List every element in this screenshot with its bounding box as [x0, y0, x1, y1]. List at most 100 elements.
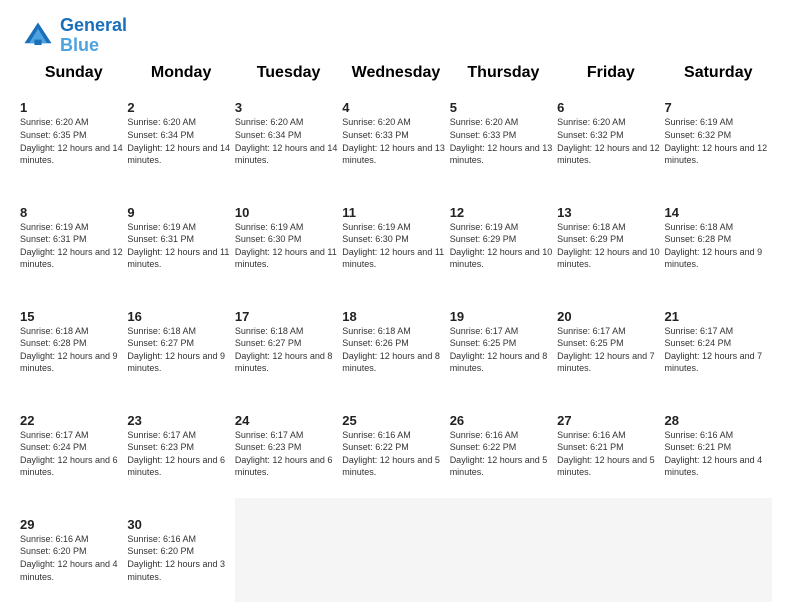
calendar-empty-day — [665, 498, 772, 602]
day-number: 5 — [450, 100, 557, 115]
day-info: Sunrise: 6:17 AM Sunset: 6:24 PM Dayligh… — [20, 429, 127, 479]
day-info: Sunrise: 6:16 AM Sunset: 6:21 PM Dayligh… — [665, 429, 772, 479]
day-number: 7 — [665, 100, 772, 115]
col-sunday: Sunday — [20, 64, 127, 82]
calendar-day: 17 Sunrise: 6:18 AM Sunset: 6:27 PM Dayl… — [235, 290, 342, 394]
calendar-day: 28 Sunrise: 6:16 AM Sunset: 6:21 PM Dayl… — [665, 394, 772, 498]
day-info: Sunrise: 6:20 AM Sunset: 6:33 PM Dayligh… — [342, 116, 449, 166]
day-info: Sunrise: 6:20 AM Sunset: 6:34 PM Dayligh… — [235, 116, 342, 166]
day-info: Sunrise: 6:20 AM Sunset: 6:34 PM Dayligh… — [127, 116, 234, 166]
day-number: 30 — [127, 517, 234, 532]
day-number: 3 — [235, 100, 342, 115]
day-number: 15 — [20, 309, 127, 324]
day-number: 16 — [127, 309, 234, 324]
calendar-day: 22 Sunrise: 6:17 AM Sunset: 6:24 PM Dayl… — [20, 394, 127, 498]
day-info: Sunrise: 6:19 AM Sunset: 6:29 PM Dayligh… — [450, 221, 557, 271]
calendar-day: 14 Sunrise: 6:18 AM Sunset: 6:28 PM Dayl… — [665, 186, 772, 290]
day-number: 11 — [342, 205, 449, 220]
calendar-day: 15 Sunrise: 6:18 AM Sunset: 6:28 PM Dayl… — [20, 290, 127, 394]
day-info: Sunrise: 6:18 AM Sunset: 6:28 PM Dayligh… — [20, 325, 127, 375]
calendar-day: 1 Sunrise: 6:20 AM Sunset: 6:35 PM Dayli… — [20, 82, 127, 186]
calendar-day: 29 Sunrise: 6:16 AM Sunset: 6:20 PM Dayl… — [20, 498, 127, 602]
day-number: 6 — [557, 100, 664, 115]
calendar-day: 16 Sunrise: 6:18 AM Sunset: 6:27 PM Dayl… — [127, 290, 234, 394]
day-info: Sunrise: 6:16 AM Sunset: 6:20 PM Dayligh… — [127, 533, 234, 583]
col-monday: Monday — [127, 64, 234, 82]
calendar-empty-day — [450, 498, 557, 602]
day-number: 12 — [450, 205, 557, 220]
calendar-day: 21 Sunrise: 6:17 AM Sunset: 6:24 PM Dayl… — [665, 290, 772, 394]
day-info: Sunrise: 6:18 AM Sunset: 6:28 PM Dayligh… — [665, 221, 772, 271]
calendar-day: 20 Sunrise: 6:17 AM Sunset: 6:25 PM Dayl… — [557, 290, 664, 394]
calendar-header-row: Sunday Monday Tuesday Wednesday Thursday… — [20, 64, 772, 82]
col-saturday: Saturday — [665, 64, 772, 82]
day-number: 22 — [20, 413, 127, 428]
day-info: Sunrise: 6:18 AM Sunset: 6:26 PM Dayligh… — [342, 325, 449, 375]
day-number: 9 — [127, 205, 234, 220]
calendar-week-row: 8 Sunrise: 6:19 AM Sunset: 6:31 PM Dayli… — [20, 186, 772, 290]
calendar-day: 10 Sunrise: 6:19 AM Sunset: 6:30 PM Dayl… — [235, 186, 342, 290]
day-number: 26 — [450, 413, 557, 428]
calendar-day: 4 Sunrise: 6:20 AM Sunset: 6:33 PM Dayli… — [342, 82, 449, 186]
day-number: 8 — [20, 205, 127, 220]
calendar-day: 30 Sunrise: 6:16 AM Sunset: 6:20 PM Dayl… — [127, 498, 234, 602]
day-info: Sunrise: 6:19 AM Sunset: 6:32 PM Dayligh… — [665, 116, 772, 166]
day-number: 20 — [557, 309, 664, 324]
day-info: Sunrise: 6:18 AM Sunset: 6:27 PM Dayligh… — [235, 325, 342, 375]
day-number: 13 — [557, 205, 664, 220]
calendar-day: 19 Sunrise: 6:17 AM Sunset: 6:25 PM Dayl… — [450, 290, 557, 394]
col-thursday: Thursday — [450, 64, 557, 82]
day-number: 28 — [665, 413, 772, 428]
logo-text: General Blue — [60, 16, 127, 56]
calendar-empty-day — [235, 498, 342, 602]
calendar-day: 2 Sunrise: 6:20 AM Sunset: 6:34 PM Dayli… — [127, 82, 234, 186]
calendar-day: 24 Sunrise: 6:17 AM Sunset: 6:23 PM Dayl… — [235, 394, 342, 498]
calendar-day: 23 Sunrise: 6:17 AM Sunset: 6:23 PM Dayl… — [127, 394, 234, 498]
day-info: Sunrise: 6:18 AM Sunset: 6:29 PM Dayligh… — [557, 221, 664, 271]
calendar-week-row: 15 Sunrise: 6:18 AM Sunset: 6:28 PM Dayl… — [20, 290, 772, 394]
day-number: 10 — [235, 205, 342, 220]
logo: General Blue — [20, 16, 127, 56]
day-info: Sunrise: 6:18 AM Sunset: 6:27 PM Dayligh… — [127, 325, 234, 375]
col-wednesday: Wednesday — [342, 64, 449, 82]
day-info: Sunrise: 6:19 AM Sunset: 6:31 PM Dayligh… — [20, 221, 127, 271]
day-number: 29 — [20, 517, 127, 532]
calendar-table: Sunday Monday Tuesday Wednesday Thursday… — [20, 64, 772, 602]
day-info: Sunrise: 6:16 AM Sunset: 6:20 PM Dayligh… — [20, 533, 127, 583]
day-info: Sunrise: 6:20 AM Sunset: 6:33 PM Dayligh… — [450, 116, 557, 166]
day-info: Sunrise: 6:19 AM Sunset: 6:31 PM Dayligh… — [127, 221, 234, 271]
calendar-day: 12 Sunrise: 6:19 AM Sunset: 6:29 PM Dayl… — [450, 186, 557, 290]
calendar-week-row: 29 Sunrise: 6:16 AM Sunset: 6:20 PM Dayl… — [20, 498, 772, 602]
day-number: 17 — [235, 309, 342, 324]
calendar-day: 8 Sunrise: 6:19 AM Sunset: 6:31 PM Dayli… — [20, 186, 127, 290]
day-number: 18 — [342, 309, 449, 324]
day-number: 25 — [342, 413, 449, 428]
day-number: 24 — [235, 413, 342, 428]
day-info: Sunrise: 6:16 AM Sunset: 6:22 PM Dayligh… — [450, 429, 557, 479]
day-info: Sunrise: 6:16 AM Sunset: 6:22 PM Dayligh… — [342, 429, 449, 479]
logo-icon — [20, 18, 56, 54]
calendar-day: 25 Sunrise: 6:16 AM Sunset: 6:22 PM Dayl… — [342, 394, 449, 498]
calendar-day: 11 Sunrise: 6:19 AM Sunset: 6:30 PM Dayl… — [342, 186, 449, 290]
day-info: Sunrise: 6:20 AM Sunset: 6:35 PM Dayligh… — [20, 116, 127, 166]
day-info: Sunrise: 6:17 AM Sunset: 6:24 PM Dayligh… — [665, 325, 772, 375]
day-number: 21 — [665, 309, 772, 324]
calendar-week-row: 22 Sunrise: 6:17 AM Sunset: 6:24 PM Dayl… — [20, 394, 772, 498]
day-number: 19 — [450, 309, 557, 324]
calendar-day: 3 Sunrise: 6:20 AM Sunset: 6:34 PM Dayli… — [235, 82, 342, 186]
calendar-day: 6 Sunrise: 6:20 AM Sunset: 6:32 PM Dayli… — [557, 82, 664, 186]
page: General Blue Sunday Monday Tuesday Wedne… — [0, 0, 792, 612]
day-info: Sunrise: 6:19 AM Sunset: 6:30 PM Dayligh… — [342, 221, 449, 271]
day-info: Sunrise: 6:16 AM Sunset: 6:21 PM Dayligh… — [557, 429, 664, 479]
day-number: 2 — [127, 100, 234, 115]
day-number: 14 — [665, 205, 772, 220]
day-info: Sunrise: 6:20 AM Sunset: 6:32 PM Dayligh… — [557, 116, 664, 166]
day-number: 23 — [127, 413, 234, 428]
day-info: Sunrise: 6:19 AM Sunset: 6:30 PM Dayligh… — [235, 221, 342, 271]
calendar-empty-day — [557, 498, 664, 602]
day-number: 4 — [342, 100, 449, 115]
calendar-day: 27 Sunrise: 6:16 AM Sunset: 6:21 PM Dayl… — [557, 394, 664, 498]
day-info: Sunrise: 6:17 AM Sunset: 6:25 PM Dayligh… — [450, 325, 557, 375]
day-number: 1 — [20, 100, 127, 115]
calendar-day: 5 Sunrise: 6:20 AM Sunset: 6:33 PM Dayli… — [450, 82, 557, 186]
